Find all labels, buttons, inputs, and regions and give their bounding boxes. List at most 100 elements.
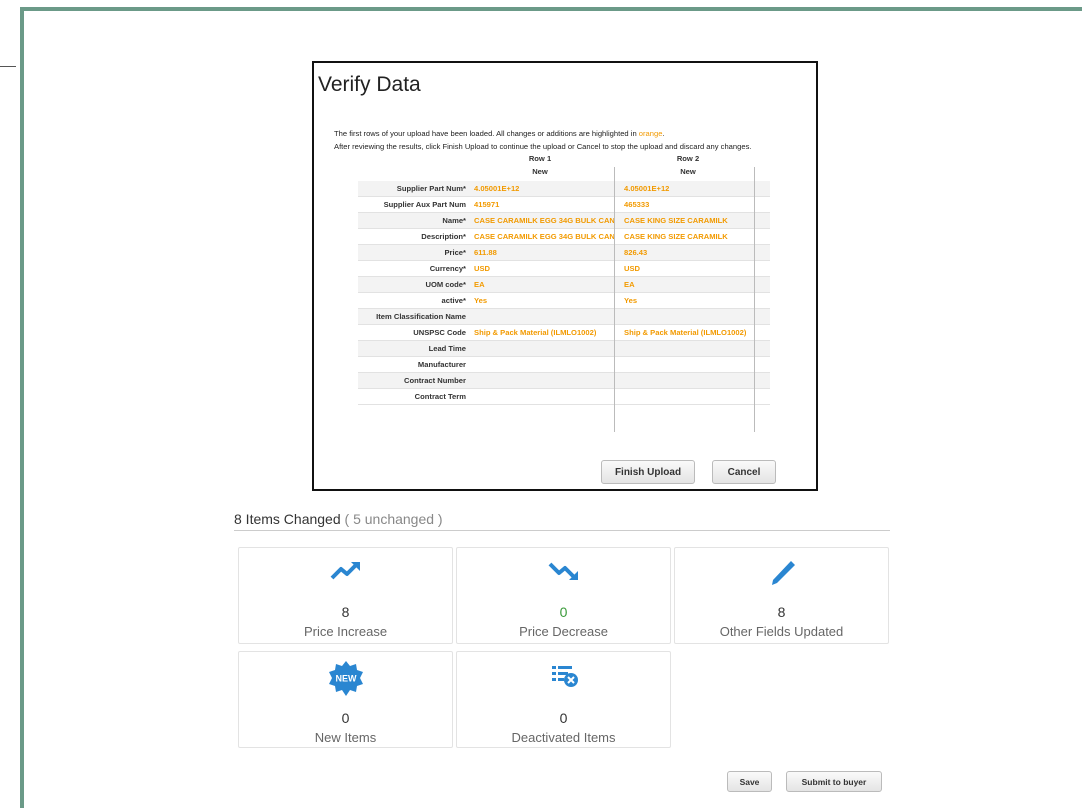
divider	[0, 66, 16, 67]
table-row: Supplier Aux Part Num 415971 465333	[358, 197, 770, 213]
field-label: Name*	[442, 216, 466, 225]
price-increase-count: 8	[341, 604, 350, 620]
field-label: UNSPSC Code	[413, 328, 466, 337]
pencil-icon	[765, 558, 799, 593]
field-label: Supplier Aux Part Num	[383, 200, 466, 209]
field-label: Lead Time	[428, 344, 466, 353]
row1-value: CASE CARAMILK EGG 34G BULK CAN	[474, 232, 615, 241]
field-label: Contract Number	[403, 376, 466, 385]
row1-value: 415971	[474, 200, 500, 209]
card-new-items: NEW 0 New Items	[238, 651, 453, 748]
field-label: active*	[441, 296, 467, 305]
price-increase-label: Price Increase	[303, 624, 388, 639]
field-label: Description*	[421, 232, 466, 241]
price-decrease-count: 0	[559, 604, 568, 620]
new-badge-text: NEW	[335, 674, 357, 684]
finish-upload-button[interactable]: Finish Upload	[601, 460, 695, 484]
table-row: UOM code* EA EA	[358, 276, 770, 293]
card-deactivated-items: 0 Deactivated Items	[456, 651, 671, 748]
deactivated-items-count: 0	[559, 710, 568, 726]
field-label: Price*	[444, 248, 466, 257]
row1-value: 611.88	[474, 248, 497, 257]
row2-value	[620, 389, 770, 405]
column-divider	[614, 167, 615, 432]
row2-value: Ship & Pack Material (ILMLO1002)	[624, 328, 747, 337]
table-row: Item Classification Name	[358, 308, 770, 325]
field-label: Currency*	[429, 264, 466, 273]
cancel-button[interactable]: Cancel	[712, 460, 776, 484]
new-items-count: 0	[341, 710, 350, 726]
dialog-instructions: The first rows of your upload have been …	[334, 127, 751, 153]
trend-down-icon	[547, 558, 581, 589]
table-row: Price* 611.88 826.43	[358, 244, 770, 261]
deactivated-items-label: Deactivated Items	[511, 730, 616, 745]
table-row: Currency* USD USD	[358, 261, 770, 277]
field-label: Supplier Part Num*	[396, 184, 466, 193]
verify-table: Supplier Part Num* 4.05001E+12 4.05001E+12…	[358, 181, 770, 405]
row2-value	[620, 357, 770, 373]
row2-value: Yes	[624, 296, 638, 305]
row1-value	[470, 373, 620, 389]
row2-value	[620, 373, 770, 389]
field-label: Manufacturer	[417, 360, 466, 369]
column-header-row1: Row 1	[528, 154, 552, 163]
field-label: UOM code*	[425, 280, 466, 289]
row2-value: 4.05001E+12	[624, 184, 670, 193]
card-other-fields-updated: 8 Other Fields Updated	[674, 547, 889, 644]
card-price-decrease: 0 Price Decrease	[456, 547, 671, 644]
dialog-title: Verify Data	[318, 73, 421, 96]
table-row: Supplier Part Num* 4.05001E+12 4.05001E+12	[358, 181, 770, 197]
table-row: Manufacturer	[358, 357, 770, 373]
intro-text: The first rows of your upload have been …	[334, 129, 639, 138]
column-status-row2: New	[680, 167, 696, 176]
trend-up-icon	[329, 558, 363, 589]
intro-text-line2: After reviewing the results, click Finis…	[334, 142, 752, 151]
row1-value	[470, 309, 620, 325]
intro-highlight-word: orange	[638, 129, 663, 138]
row2-value: USD	[624, 264, 641, 273]
row2-value: CASE KING SIZE CARAMILK	[624, 232, 728, 241]
new-badge-icon: NEW	[327, 660, 365, 703]
row1-value: 4.05001E+12	[474, 184, 520, 193]
row2-value: 826.43	[624, 248, 648, 257]
table-row: active* Yes Yes	[358, 293, 770, 309]
verify-data-dialog: Verify Data The first rows of your uploa…	[312, 61, 818, 491]
new-items-label: New Items	[314, 730, 377, 745]
list-remove-icon	[546, 662, 582, 697]
row2-value	[620, 309, 770, 325]
items-changed-text: 8 Items Changed	[234, 511, 341, 527]
row1-value: Ship & Pack Material (ILMLO1002)	[474, 328, 597, 337]
row1-value: Yes	[474, 296, 488, 305]
row1-value	[470, 357, 620, 373]
table-row: UNSPSC Code Ship & Pack Material (ILMLO10…	[358, 325, 770, 341]
save-button[interactable]: Save	[727, 771, 772, 792]
other-fields-count: 8	[777, 604, 786, 620]
row1-value	[470, 389, 620, 405]
column-divider	[754, 167, 755, 432]
table-row: Lead Time	[358, 340, 770, 357]
unchanged-count-text: ( 5 unchanged )	[344, 511, 443, 527]
table-row: Contract Number	[358, 372, 770, 389]
row1-value: EA	[474, 280, 485, 289]
other-fields-label: Other Fields Updated	[719, 624, 844, 639]
column-header-row2: Row 2	[676, 154, 700, 163]
price-decrease-label: Price Decrease	[519, 624, 608, 639]
row2-value: CASE KING SIZE CARAMILK	[624, 216, 728, 225]
submit-to-buyer-button[interactable]: Submit to buyer	[786, 771, 882, 792]
column-status-row1: New	[532, 167, 548, 176]
row2-value: EA	[624, 280, 635, 289]
divider	[234, 530, 890, 531]
table-row: Name* CASE CARAMILK EGG 34G BULK CAN CASE …	[358, 212, 770, 229]
field-label: Item Classification Name	[376, 312, 466, 321]
field-label: Contract Term	[414, 392, 466, 401]
row1-value	[470, 341, 620, 357]
summary-heading: 8 Items Changed ( 5 unchanged )	[234, 511, 443, 527]
row2-value: 465333	[624, 200, 650, 209]
table-row: Description* CASE CARAMILK EGG 34G BULK C…	[358, 229, 770, 245]
row1-value: CASE CARAMILK EGG 34G BULK CAN	[474, 216, 615, 225]
table-row: Contract Term	[358, 389, 770, 405]
row2-value	[620, 341, 770, 357]
card-price-increase: 8 Price Increase	[238, 547, 453, 644]
row1-value: USD	[474, 264, 491, 273]
intro-period: .	[662, 129, 665, 138]
